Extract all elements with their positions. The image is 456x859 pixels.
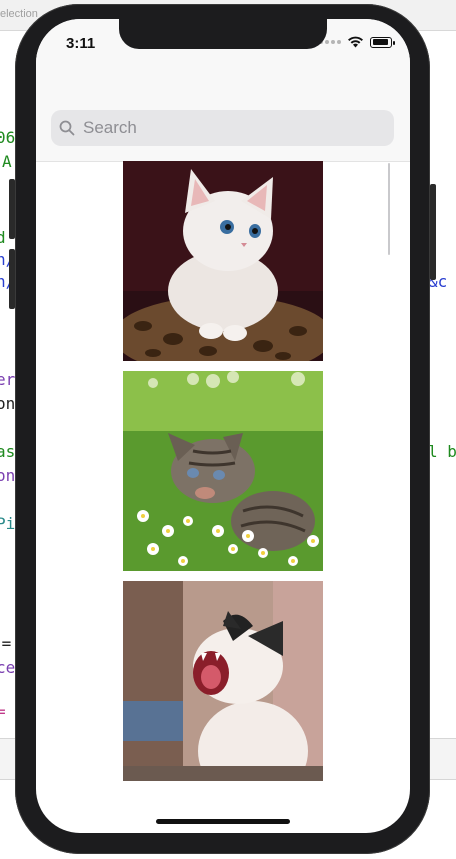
search-icon	[59, 120, 75, 136]
device-notch	[119, 19, 327, 49]
power-button[interactable]	[430, 184, 436, 280]
search-bar[interactable]	[51, 110, 394, 146]
tabby-kitten-photo	[123, 371, 323, 571]
status-icons	[319, 36, 395, 48]
photo-cell[interactable]	[123, 371, 323, 571]
background-title-fragment: election	[0, 8, 38, 20]
wifi-icon	[348, 36, 363, 48]
code-fragment: 06	[0, 128, 16, 147]
photo-cell[interactable]	[123, 161, 323, 361]
photo-list[interactable]	[36, 161, 410, 833]
code-fragment: on	[0, 466, 16, 485]
code-fragment: A	[2, 152, 12, 171]
code-fragment: =	[1, 634, 12, 653]
white-kitten-photo	[123, 161, 323, 361]
code-fragment: d	[0, 228, 6, 247]
code-fragment: ce	[0, 658, 16, 677]
code-fragment: er	[0, 370, 16, 389]
photo-cell[interactable]	[123, 581, 323, 781]
code-fragment: as	[0, 442, 16, 461]
code-fragment: on	[0, 394, 16, 413]
code-fragment: =	[0, 702, 6, 721]
yawning-cat-photo	[123, 581, 323, 781]
code-fragment: Pi	[0, 514, 16, 533]
volume-down-button[interactable]	[9, 249, 15, 309]
volume-up-button[interactable]	[9, 179, 15, 239]
search-input[interactable]	[81, 117, 385, 139]
device-screen: 3:11	[36, 19, 410, 833]
scroll-indicator[interactable]	[388, 163, 390, 255]
battery-icon	[370, 36, 395, 48]
status-time: 3:11	[66, 35, 96, 52]
home-indicator[interactable]	[156, 819, 290, 824]
code-fragment: l b	[428, 442, 456, 461]
